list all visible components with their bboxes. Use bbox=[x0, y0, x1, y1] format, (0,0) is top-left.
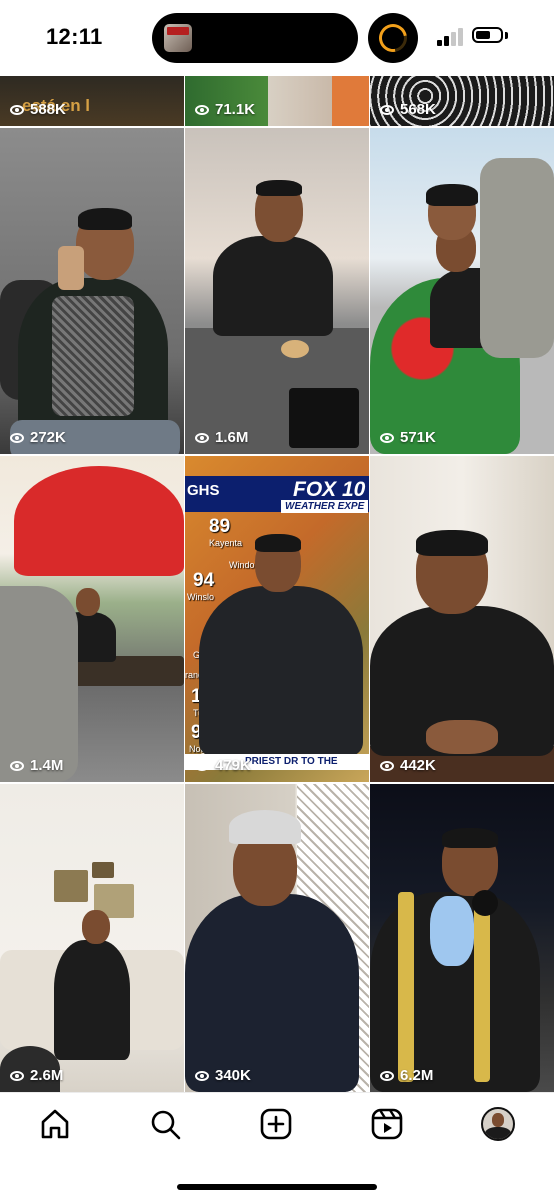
eye-icon bbox=[10, 1070, 24, 1081]
person bbox=[480, 158, 554, 358]
status-bar: 12:11 bbox=[0, 0, 554, 76]
posts-grid: está en l 588K 71.1K 568K 272K 1.6M 571K bbox=[0, 76, 554, 1092]
grid-tile[interactable]: 1.4M bbox=[0, 456, 184, 782]
grid-tile[interactable]: 442K bbox=[370, 456, 554, 782]
timer-activity[interactable] bbox=[368, 13, 418, 63]
view-count: 479K bbox=[195, 757, 251, 774]
grid-tile[interactable]: 272K bbox=[0, 128, 184, 454]
signal-icon bbox=[437, 28, 467, 46]
station-label: GHS bbox=[187, 482, 220, 499]
eye-icon bbox=[195, 104, 209, 115]
view-count: 2.6M bbox=[10, 1067, 63, 1084]
view-count: 571K bbox=[380, 429, 436, 446]
person bbox=[185, 894, 359, 1092]
weather-expert-label: WEATHER EXPE bbox=[281, 500, 369, 513]
grid-tile[interactable]: 568K bbox=[370, 76, 554, 126]
timer-ring-icon bbox=[373, 18, 413, 58]
view-count: 272K bbox=[10, 429, 66, 446]
eye-icon bbox=[380, 760, 394, 771]
grid-tile[interactable]: 71.1K bbox=[185, 76, 369, 126]
fox10-logo: FOX 10 bbox=[293, 478, 366, 501]
person bbox=[199, 586, 363, 756]
view-count: 568K bbox=[380, 101, 436, 118]
eye-icon bbox=[195, 760, 209, 771]
eye-icon bbox=[195, 1070, 209, 1081]
grid-tile[interactable]: está en l 588K bbox=[0, 76, 184, 126]
create-icon[interactable] bbox=[259, 1107, 293, 1141]
dynamic-island[interactable] bbox=[152, 13, 358, 63]
person bbox=[54, 940, 130, 1060]
grid-tile[interactable]: 6.2M bbox=[370, 784, 554, 1092]
view-count: 588K bbox=[10, 101, 66, 118]
status-time: 12:11 bbox=[46, 24, 103, 49]
search-icon[interactable] bbox=[148, 1107, 182, 1141]
profile-avatar[interactable] bbox=[481, 1107, 515, 1141]
home-indicator bbox=[177, 1184, 377, 1190]
eye-icon bbox=[380, 432, 394, 443]
view-count: 1.4M bbox=[10, 757, 63, 774]
eye-icon bbox=[380, 104, 394, 115]
home-icon[interactable] bbox=[38, 1107, 72, 1141]
battery-icon bbox=[472, 27, 503, 43]
view-count: 6.2M bbox=[380, 1067, 433, 1084]
now-playing-artwork bbox=[164, 24, 192, 52]
eye-icon bbox=[10, 760, 24, 771]
person bbox=[0, 586, 78, 782]
grid-tile[interactable]: 571K bbox=[370, 128, 554, 454]
grid-tile[interactable]: 1.6M bbox=[185, 128, 369, 454]
grid-tile[interactable]: GHS FOX 10 WEATHER EXPE 89 Kayenta 94 Wi… bbox=[185, 456, 369, 782]
eye-icon bbox=[195, 432, 209, 443]
reels-icon[interactable] bbox=[370, 1107, 404, 1141]
grid-tile[interactable]: 2.6M bbox=[0, 784, 184, 1092]
grid-tile[interactable]: 340K bbox=[185, 784, 369, 1092]
view-count: 71.1K bbox=[195, 101, 255, 118]
eye-icon bbox=[10, 104, 24, 115]
view-count: 1.6M bbox=[195, 429, 248, 446]
view-count: 340K bbox=[195, 1067, 251, 1084]
eye-icon bbox=[380, 1070, 394, 1081]
person bbox=[213, 236, 333, 336]
view-count: 442K bbox=[380, 757, 436, 774]
eye-icon bbox=[10, 432, 24, 443]
